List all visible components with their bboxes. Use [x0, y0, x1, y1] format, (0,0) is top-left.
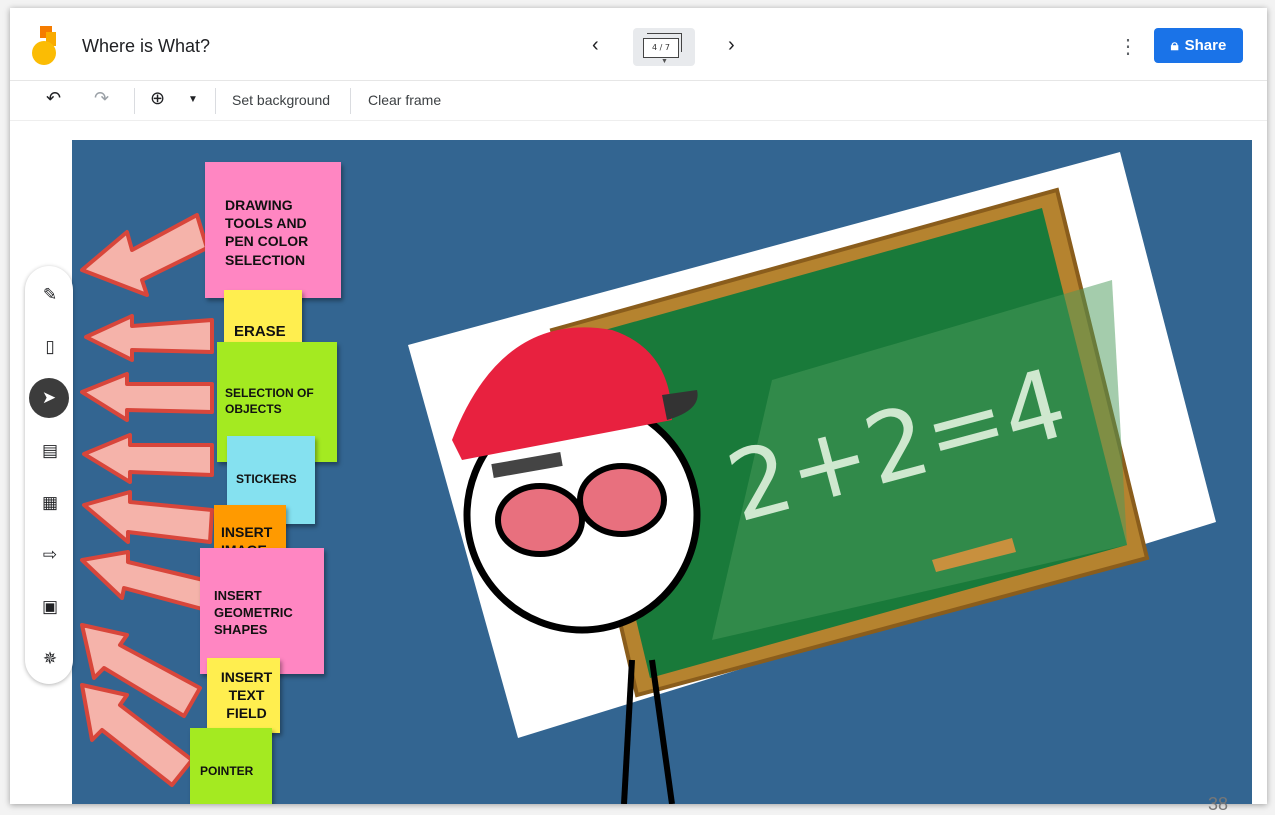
frame-bar-toggle[interactable]: 4 / 7 ▼ — [633, 28, 695, 66]
arrow-insert-shapes — [80, 550, 214, 612]
frame-indicator: 4 / 7 — [643, 38, 679, 58]
text-box-icon[interactable]: ▣ — [37, 594, 63, 620]
toolbar-divider — [134, 88, 135, 114]
arrow-stickers — [82, 433, 214, 484]
set-background-button[interactable]: Set background — [232, 92, 330, 108]
document-title[interactable]: Where is What? — [82, 36, 210, 57]
zoom-in-icon[interactable]: ⊕ — [150, 88, 165, 109]
arrow-erase — [84, 314, 214, 362]
note-insert-text[interactable]: INSERT TEXT FIELD — [207, 658, 280, 733]
chevron-down-icon: ▼ — [661, 58, 668, 65]
laser-pointer-icon[interactable]: ✵ — [37, 646, 63, 672]
lock-icon: 🔒︎ — [1170, 37, 1179, 54]
edit-toolbar: ↶ ↷ ⊕ ▼ Set background Clear frame — [10, 80, 1267, 121]
share-button[interactable]: 🔒︎ Share — [1154, 28, 1243, 63]
pointer-cursor-icon[interactable]: ➤ — [29, 378, 69, 418]
more-options-icon[interactable]: ⋮ — [1118, 34, 1138, 59]
note-drawing-tools[interactable]: DRAWING TOOLS AND PEN COLOR SELECTION — [205, 162, 341, 298]
app-logo-icon — [32, 26, 56, 65]
sticky-note-icon[interactable]: ▤ — [37, 438, 63, 464]
jam-canvas[interactable]: 2+2=4 DRAWING TOOLS AND PEN COLOR SELECT… — [72, 140, 1252, 804]
tool-rail: ✎ ▯ ➤ ▤ ▦ ⇨ ▣ ✵ — [25, 266, 73, 684]
previous-frame-button[interactable]: ‹ — [592, 34, 599, 57]
note-pointer[interactable]: POINTER — [190, 728, 272, 804]
pen-icon[interactable]: ✎ — [37, 282, 63, 308]
shape-icon[interactable]: ⇨ — [37, 542, 63, 568]
cartoon-character — [452, 327, 701, 804]
arrow-selection — [80, 372, 214, 422]
toolbar-divider — [215, 88, 216, 114]
share-label: Share — [1184, 37, 1227, 54]
toolbar-divider — [350, 88, 351, 114]
image-icon[interactable]: ▦ — [37, 490, 63, 516]
next-frame-button[interactable]: › — [728, 34, 735, 57]
undo-icon[interactable]: ↶ — [46, 88, 61, 109]
jamboard-window: Where is What? ‹ 4 / 7 ▼ › ⋮ 🔒︎ Share ↶ … — [10, 8, 1267, 804]
top-bar: Where is What? ‹ 4 / 7 ▼ › ⋮ 🔒︎ Share — [10, 8, 1267, 81]
redo-icon[interactable]: ↷ — [94, 88, 109, 109]
clear-frame-button[interactable]: Clear frame — [368, 92, 441, 108]
eraser-icon[interactable]: ▯ — [37, 334, 63, 360]
zoom-dropdown-icon[interactable]: ▼ — [188, 94, 198, 105]
arrow-insert-image — [82, 490, 214, 544]
note-insert-shapes[interactable]: INSERT GEOMETRIC SHAPES — [200, 548, 324, 674]
arrow-drawing-tools — [80, 213, 209, 297]
